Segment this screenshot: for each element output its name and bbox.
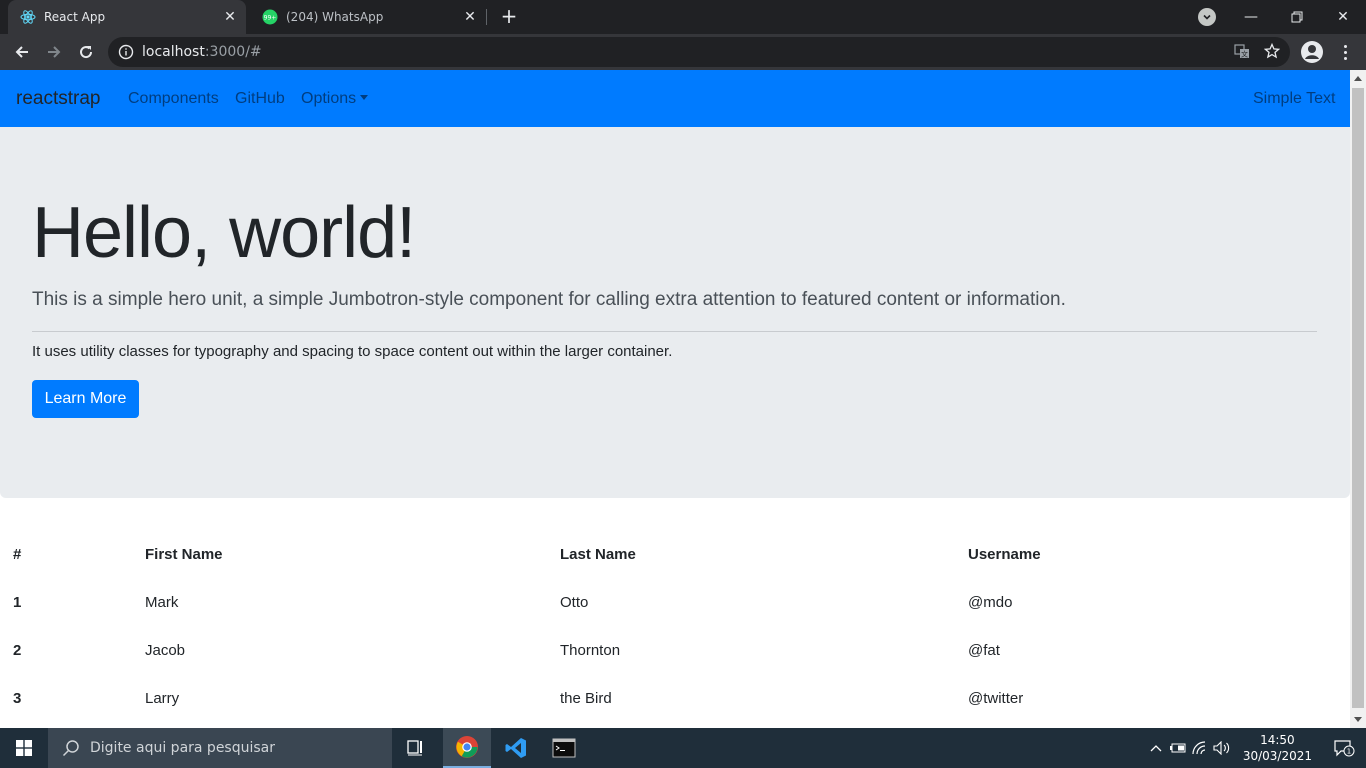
hero-lead: This is a simple hero unit, a simple Jum… (32, 289, 1066, 310)
learn-more-button[interactable]: Learn More (32, 380, 139, 418)
header-username: Username (968, 545, 1041, 563)
vscode-icon[interactable] (492, 728, 540, 768)
volume-icon[interactable] (1211, 728, 1233, 768)
options-label: Options (301, 90, 357, 107)
taskbar: Digite aqui para pesquisar 14:50 30/03/2… (0, 728, 1366, 768)
back-arrow-icon[interactable] (8, 38, 36, 66)
reload-icon[interactable] (72, 38, 100, 66)
nav-dropdown-options[interactable]: Options (301, 90, 369, 108)
restore-icon[interactable] (1274, 0, 1320, 34)
close-tab-icon[interactable]: ✕ (222, 9, 238, 25)
page-viewport: reactstrap Components GitHub Options Sim… (0, 70, 1350, 728)
tab-search-icon[interactable] (1198, 8, 1216, 26)
clock-date: 30/03/2021 (1242, 749, 1312, 763)
profile-avatar-icon[interactable] (1300, 40, 1324, 64)
cell-first-name: Jacob (145, 641, 186, 659)
taskbar-search-box[interactable]: Digite aqui para pesquisar (48, 728, 392, 768)
bookmark-star-icon[interactable] (1263, 42, 1281, 63)
windows-start-icon[interactable] (0, 728, 48, 768)
header-first-name: First Name (145, 545, 223, 563)
search-placeholder: Digite aqui para pesquisar (90, 740, 276, 756)
browser-menu-icon[interactable] (1336, 40, 1354, 64)
whatsapp-badge: 99+ (264, 15, 277, 22)
hero-text: It uses utility classes for typography a… (32, 343, 673, 360)
cell-last-name: Thornton (560, 641, 621, 659)
divider (32, 331, 1317, 332)
search-icon (62, 739, 80, 757)
chevron-up-icon[interactable] (1145, 728, 1167, 768)
react-icon (20, 9, 36, 25)
jumbotron: Hello, world! This is a simple hero unit… (0, 127, 1350, 498)
page-scrollbar[interactable] (1350, 70, 1366, 728)
header-number: # (13, 545, 22, 563)
notification-center-icon[interactable]: 1 (1322, 728, 1366, 768)
scroll-down-icon[interactable] (1354, 717, 1362, 722)
tab-title: React App (44, 10, 106, 24)
table-row: 1 Mark Otto @mdo (0, 578, 1350, 626)
users-table: # First Name Last Name Username 1 Mark O… (0, 530, 1350, 722)
scroll-up-icon[interactable] (1354, 76, 1362, 81)
cell-first-name: Larry (145, 689, 180, 707)
clock-time: 14:50 (1260, 733, 1295, 747)
nav-link-github[interactable]: GitHub (235, 90, 285, 108)
terminal-icon[interactable] (540, 728, 588, 768)
url-host: localhost (142, 44, 205, 60)
table-header-row: # First Name Last Name Username (0, 530, 1350, 578)
translate-icon[interactable]: 文 (1234, 43, 1250, 63)
tab-whatsapp[interactable]: 99+ (204) WhatsApp ✕ (250, 0, 486, 34)
task-view-icon[interactable] (392, 728, 440, 768)
system-tray: 14:50 30/03/2021 1 (1145, 728, 1366, 768)
forward-arrow-icon[interactable] (40, 38, 68, 66)
nav-link-components[interactable]: Components (128, 90, 219, 108)
whatsapp-icon: 99+ (262, 9, 278, 25)
window-controls: — ✕ (1228, 0, 1366, 34)
browser-toolbar: localhost:3000/# 文 (0, 34, 1366, 70)
caret-down-icon (360, 95, 369, 100)
clock[interactable]: 14:50 30/03/2021 (1243, 732, 1312, 764)
svg-text:文: 文 (1241, 50, 1248, 59)
url-text: localhost:3000/# (142, 44, 262, 60)
url-path: :3000/# (204, 44, 262, 60)
hero-title: Hello, world! (32, 193, 416, 273)
notification-count: 1 (1347, 748, 1351, 756)
scrollbar-thumb[interactable] (1352, 88, 1364, 708)
cell-username: @twitter (968, 689, 1024, 707)
battery-icon[interactable] (1167, 728, 1189, 768)
header-last-name: Last Name (560, 545, 636, 563)
browser-tab-bar: React App ✕ 99+ (204) WhatsApp ✕ + — ✕ (0, 0, 1366, 34)
cell-number: 2 (13, 641, 22, 659)
tab-separator (486, 9, 487, 25)
minimize-icon[interactable]: — (1228, 0, 1274, 34)
navbar-simple-text: Simple Text (1253, 90, 1336, 107)
table-row: 2 Jacob Thornton @fat (0, 626, 1350, 674)
cell-number: 3 (13, 689, 22, 707)
wifi-icon[interactable] (1189, 728, 1211, 768)
cell-username: @mdo (968, 593, 1013, 611)
navbar: reactstrap Components GitHub Options Sim… (0, 70, 1350, 127)
cell-last-name: the Bird (560, 689, 612, 707)
close-window-icon[interactable]: ✕ (1320, 0, 1366, 34)
address-bar[interactable]: localhost:3000/# 文 (108, 37, 1290, 67)
table-row: 3 Larry the Bird @twitter (0, 674, 1350, 722)
cell-first-name: Mark (145, 593, 179, 611)
cell-number: 1 (13, 593, 22, 611)
chrome-icon[interactable] (443, 728, 491, 768)
info-icon[interactable] (118, 44, 134, 60)
cell-last-name: Otto (560, 593, 589, 611)
navbar-brand[interactable]: reactstrap (16, 88, 100, 110)
tab-title: (204) WhatsApp (286, 10, 384, 24)
new-tab-button[interactable]: + (498, 4, 520, 28)
cell-username: @fat (968, 641, 1000, 659)
tab-react-app[interactable]: React App ✕ (8, 0, 246, 34)
close-tab-icon[interactable]: ✕ (462, 9, 478, 25)
